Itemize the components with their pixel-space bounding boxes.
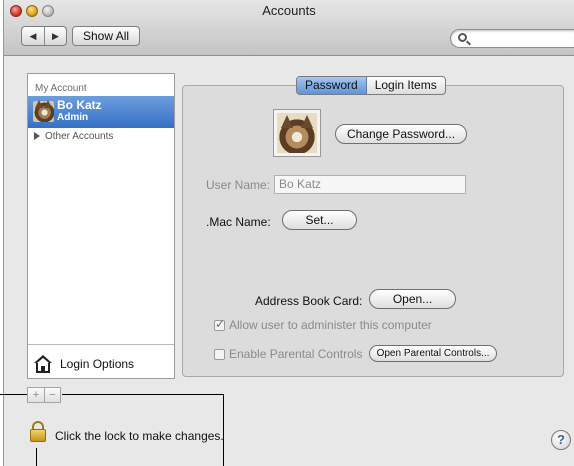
allow-admin-checkmark [214,317,225,331]
account-row-bo-katz[interactable]: Bo Katz Admin [28,96,174,128]
show-all-button[interactable]: Show All [72,26,141,46]
sidebar-divider [28,344,174,345]
remove-account-button[interactable]: − [44,388,60,402]
back-button[interactable]: ◀ [22,27,44,45]
other-accounts-group[interactable]: Other Accounts [34,131,113,142]
lock-instruction: Click the lock to make changes. [55,429,224,443]
login-options-item[interactable]: Login Options [34,351,134,377]
account-name: Bo Katz [57,98,102,112]
accounts-list: My Account Bo Katz Admin Other Accounts … [27,73,175,379]
user-name-label: User Name: [206,178,271,192]
parental-controls-label: Enable Parental Controls [229,347,363,361]
open-parental-controls-button[interactable]: Open Parental Controls... [369,345,497,362]
callout-line [62,394,224,395]
add-account-button[interactable]: + [28,388,44,402]
house-icon [34,355,52,373]
user-name-field[interactable]: Bo Katz [274,175,466,194]
open-address-book-button[interactable]: Open... [369,289,456,309]
title-bar: Accounts ◀ ▶ Show All [4,0,574,56]
address-book-card-label: Address Book Card: [255,294,363,308]
back-forward-control: ◀ ▶ [21,26,67,46]
mac-name-label: .Mac Name: [206,215,271,229]
set-mac-name-button[interactable]: Set... [282,210,357,230]
tab-login-items[interactable]: Login Items [367,77,445,94]
search-icon [458,33,467,42]
cat-picture-icon [277,113,317,153]
allow-admin-label: Allow user to administer this computer [229,318,432,332]
user-picture-well[interactable] [273,109,321,157]
details-tabs: Password Login Items [296,76,446,95]
my-account-heading: My Account [35,83,87,94]
callout-line [36,448,37,466]
forward-button[interactable]: ▶ [44,27,66,45]
add-remove-control: + − [27,387,61,403]
callout-line [223,394,224,466]
search-field[interactable] [450,29,574,48]
tab-password[interactable]: Password [297,77,367,94]
parental-controls-checkbox[interactable]: Enable Parental Controls [214,347,362,361]
help-button[interactable]: ? [551,430,571,450]
callout-line [0,394,27,395]
login-options-label: Login Options [60,357,135,371]
window-title: Accounts [262,3,316,18]
parental-controls-box [214,348,225,360]
lock-icon[interactable] [30,421,46,442]
change-password-button[interactable]: Change Password... [335,124,467,144]
user-picture-icon [33,100,54,122]
other-accounts-label: Other Accounts [45,131,114,142]
allow-admin-checkbox[interactable]: Allow user to administer this computer [214,317,432,332]
disclosure-triangle-icon [34,132,40,141]
account-role: Admin [57,112,89,123]
